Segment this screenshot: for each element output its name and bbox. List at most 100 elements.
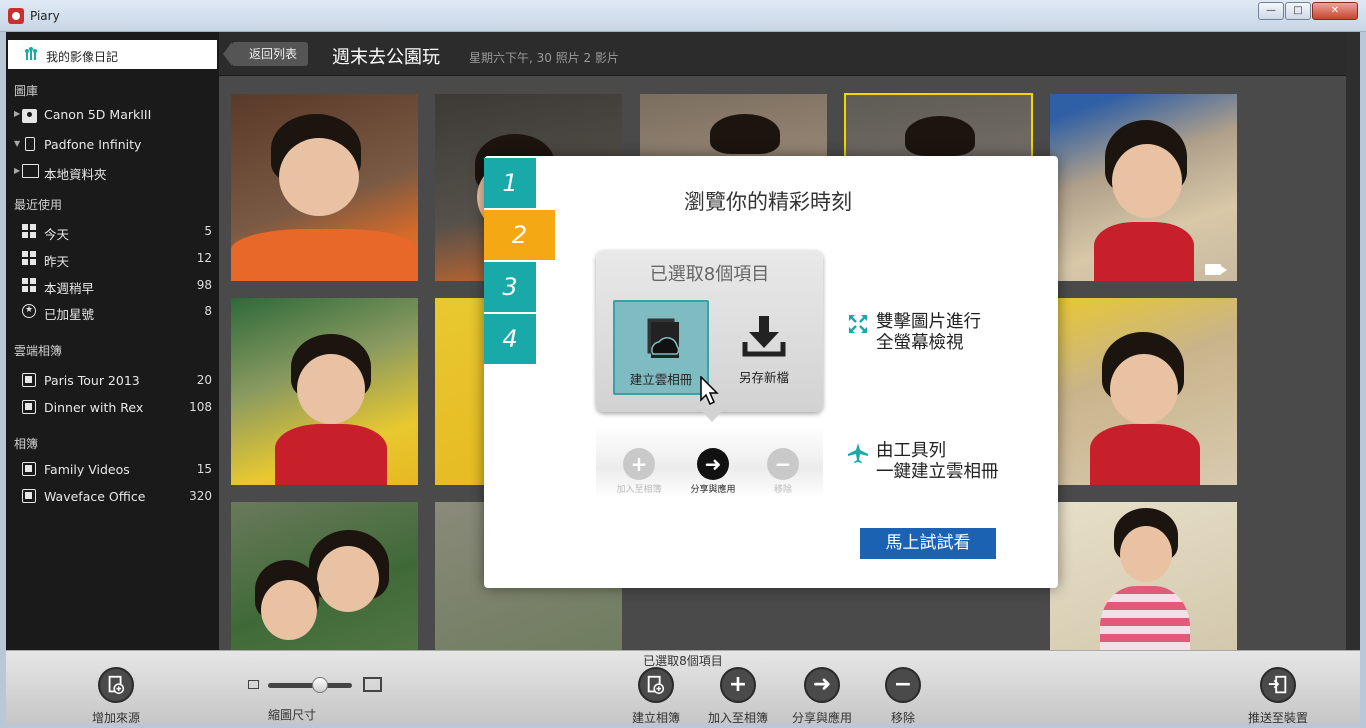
photo-thumbnail[interactable] — [1050, 298, 1237, 485]
vertical-scrollbar[interactable] — [1346, 32, 1360, 650]
photo-thumbnail[interactable] — [231, 502, 418, 650]
download-icon — [742, 316, 786, 357]
hint-toolbar-line2: 一鍵建立雲相冊 — [876, 462, 999, 482]
hint-fullscreen-line1: 雙擊圖片進行 — [876, 312, 981, 332]
share-button[interactable]: ➜ 分享與應用 — [782, 667, 862, 726]
tutorial-dialog: 1 2 3 4 瀏覽你的精彩時刻 已選取8個項目 建立雲相冊 另存新檔 + 加入… — [484, 156, 1058, 588]
event-meta: 星期六下午, 30 照片 2 影片 — [469, 51, 619, 65]
item-count: 320 — [189, 489, 212, 503]
add-source-button[interactable]: 增加來源 — [76, 667, 156, 726]
sidebar-item-family-videos[interactable]: Family Videos 15 — [14, 459, 212, 481]
selection-count-title: 已選取8個項目 — [649, 264, 770, 285]
try-now-button[interactable]: 馬上試試看 — [860, 528, 996, 559]
video-badge-icon — [1205, 264, 1227, 275]
mini-tool-label: 分享與應用 — [690, 485, 736, 495]
mini-tool-label: 移除 — [773, 485, 792, 495]
back-to-list-button[interactable]: 返回列表 — [223, 42, 308, 66]
sidebar-item-local-folder[interactable]: ▶ 本地資料夾 — [14, 161, 212, 183]
add-source-label: 增加來源 — [91, 711, 140, 725]
push-to-device-button[interactable]: 推送至裝置 — [1238, 667, 1318, 726]
item-count: 8 — [204, 304, 212, 318]
create-album-label: 建立相簿 — [631, 711, 680, 725]
cloud-album-icon — [646, 317, 680, 358]
sidebar-item-label: Dinner with Rex — [44, 400, 144, 415]
page-title: 週末去公園玩 — [332, 47, 440, 68]
sidebar-item-earlier-this-week[interactable]: 本週稍早 98 — [14, 275, 212, 297]
sidebar-item-my-diary[interactable]: 我的影像日記 — [8, 40, 217, 69]
minimize-button[interactable]: — — [1258, 2, 1284, 20]
create-album-icon — [638, 667, 674, 703]
thumbnail-size-slider[interactable] — [248, 675, 382, 695]
album-icon — [22, 373, 36, 387]
title-bar: Piary — □ ✕ — [0, 0, 1366, 32]
mini-add-to-album: + 加入至相簿 — [604, 448, 674, 495]
tutorial-tab-1[interactable]: 1 — [484, 158, 536, 208]
share-arrow-icon: ➜ — [697, 448, 729, 480]
phone-icon — [25, 137, 35, 151]
create-album-button[interactable]: 建立相簿 — [616, 667, 696, 726]
minus-icon: − — [885, 667, 921, 703]
close-button[interactable]: ✕ — [1312, 2, 1358, 20]
add-to-album-button[interactable]: + 加入至相簿 — [698, 667, 778, 726]
item-count: 108 — [189, 400, 212, 414]
grid-icon — [22, 278, 38, 292]
mouse-cursor-icon — [700, 376, 719, 406]
sidebar-item-yesterday[interactable]: 昨天 12 — [14, 248, 212, 270]
share-label: 分享與應用 — [791, 711, 852, 725]
fullscreen-icon — [849, 315, 867, 333]
sidebar-item-label: 本地資料夾 — [44, 167, 107, 182]
remove-button[interactable]: − 移除 — [863, 667, 943, 726]
create-cloud-album-label: 建立雲相冊 — [629, 372, 693, 387]
header-bar: 返回列表 週末去公園玩 星期六下午, 30 照片 2 影片 — [219, 32, 1360, 76]
expand-arrow-icon[interactable]: ▶ — [14, 109, 20, 118]
sidebar-item-padfone[interactable]: ▼ Padfone Infinity — [14, 134, 212, 156]
photo-thumbnail[interactable] — [231, 298, 418, 485]
tutorial-tab-2[interactable]: 2 — [484, 210, 555, 260]
sidebar-item-label: 昨天 — [44, 254, 70, 269]
section-title-recent: 最近使用 — [14, 198, 63, 212]
sidebar-item-dinner-with-rex[interactable]: Dinner with Rex 108 — [14, 397, 212, 419]
sidebar-item-label: 已加星號 — [44, 307, 95, 322]
section-title-albums: 相簿 — [14, 437, 39, 451]
grid-icon — [22, 224, 38, 238]
album-icon — [22, 400, 36, 414]
photo-thumbnail[interactable] — [1050, 94, 1237, 281]
item-count: 15 — [196, 462, 212, 476]
sidebar-item-canon[interactable]: ▶ Canon 5D MarkIII — [14, 104, 212, 126]
item-count: 12 — [196, 251, 212, 265]
plus-icon: + — [720, 667, 756, 703]
sidebar-item-label: Canon 5D MarkIII — [44, 107, 152, 122]
share-arrow-icon: ➜ — [804, 667, 840, 703]
remove-label: 移除 — [890, 711, 915, 725]
mini-tool-label: 加入至相簿 — [616, 485, 662, 495]
slider-track[interactable] — [268, 683, 352, 688]
plus-icon: + — [623, 448, 655, 480]
sidebar-item-label: Padfone Infinity — [44, 137, 142, 152]
small-image-icon — [248, 680, 259, 689]
airplane-icon — [848, 443, 868, 463]
item-count: 98 — [196, 278, 212, 292]
mini-toolbar-illustration: + 加入至相簿 ➜ 分享與應用 − 移除 — [596, 426, 823, 498]
maximize-button[interactable]: □ — [1285, 2, 1311, 20]
expand-arrow-icon[interactable]: ▶ — [14, 166, 20, 175]
grid-icon — [22, 251, 38, 265]
sidebar-item-label: Paris Tour 2013 — [44, 373, 140, 388]
sidebar: 我的影像日記 圖庫 ▶ Canon 5D MarkIII ▼ Padfone I… — [6, 32, 219, 650]
mini-share: ➜ 分享與應用 — [678, 448, 748, 495]
tutorial-tab-3[interactable]: 3 — [484, 262, 536, 312]
collapse-arrow-icon[interactable]: ▼ — [14, 139, 20, 148]
photo-thumbnail[interactable] — [1050, 502, 1237, 650]
tutorial-tab-4[interactable]: 4 — [484, 314, 536, 364]
large-image-icon — [363, 677, 382, 692]
sidebar-item-today[interactable]: 今天 5 — [14, 221, 212, 243]
sidebar-item-label: 今天 — [44, 227, 70, 242]
sidebar-item-waveface-office[interactable]: Waveface Office 320 — [14, 486, 212, 508]
sidebar-item-paris-tour[interactable]: Paris Tour 2013 20 — [14, 370, 212, 392]
slider-handle[interactable] — [312, 677, 328, 693]
create-cloud-album-option: 建立雲相冊 — [613, 300, 709, 395]
mini-remove: − 移除 — [748, 448, 818, 495]
section-title-library: 圖庫 — [14, 84, 39, 98]
app-logo-icon — [8, 8, 24, 24]
photo-thumbnail[interactable] — [231, 94, 418, 281]
sidebar-item-starred[interactable]: ★ 已加星號 8 — [14, 301, 212, 323]
